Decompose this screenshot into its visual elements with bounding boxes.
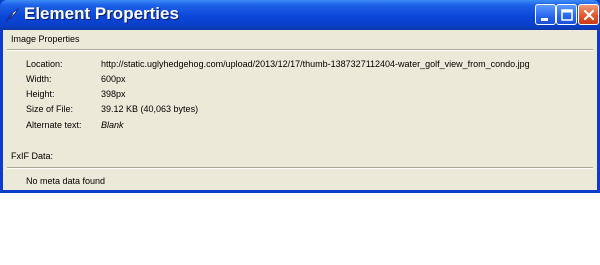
location-label: Location: — [26, 59, 63, 69]
separator — [7, 167, 593, 169]
minimize-icon — [541, 18, 548, 21]
height-value: 398px — [101, 89, 126, 99]
location-value: http://static.uglyhedgehog.com/upload/20… — [101, 59, 530, 69]
element-properties-window: Element Properties Image Properties Loca… — [0, 0, 600, 193]
alt-text-value: Blank — [101, 120, 124, 130]
separator — [7, 49, 593, 51]
close-button[interactable] — [578, 4, 599, 25]
maximize-button[interactable] — [556, 4, 577, 25]
file-size-label: Size of File: — [26, 104, 74, 114]
height-label: Height: — [26, 89, 55, 99]
properties-panel: Image Properties Location: http://static… — [3, 30, 597, 190]
exif-heading: FxIF Data: — [11, 151, 54, 161]
window-title: Element Properties — [24, 4, 179, 23]
close-icon — [583, 9, 595, 21]
image-properties-heading: Image Properties — [11, 34, 80, 44]
title-bar[interactable]: Element Properties — [0, 0, 600, 30]
exif-message: No meta data found — [26, 176, 106, 186]
file-size-value: 39.12 KB (40,063 bytes) — [101, 104, 199, 114]
width-value: 600px — [101, 74, 126, 84]
alt-text-label: Alternate text: — [26, 120, 82, 130]
feather-icon — [4, 7, 20, 23]
maximize-icon — [561, 9, 573, 21]
width-label: Width: — [26, 74, 52, 84]
minimize-button[interactable] — [535, 4, 556, 25]
